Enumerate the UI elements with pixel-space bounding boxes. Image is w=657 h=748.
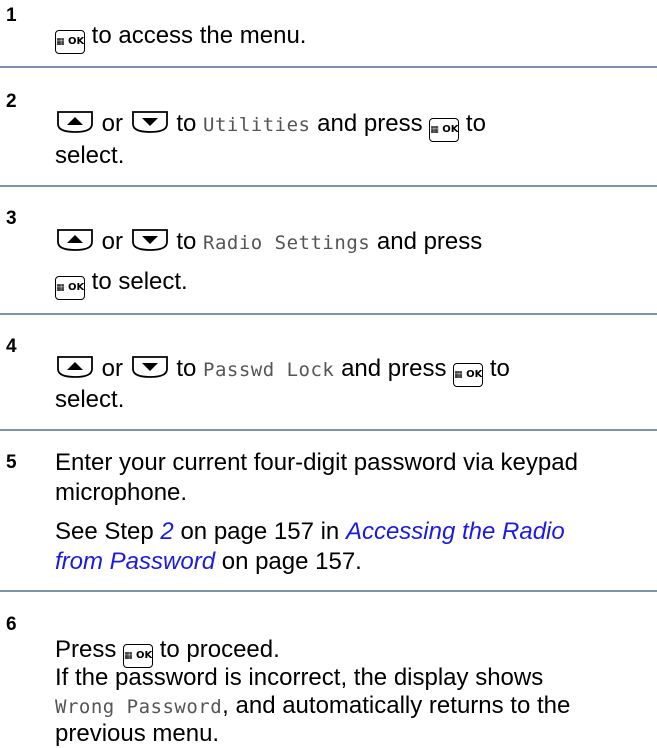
- step-6-line-3: Wrong Password, and automatically return…: [55, 692, 571, 719]
- step-2-line-1: or to Utilities and press ▦ OK to: [55, 110, 486, 142]
- step-reference-link[interactable]: 2: [160, 518, 173, 545]
- procedure-steps: 1 ▦ OK to access the menu. 2 or to Utili…: [0, 0, 657, 747]
- step-2-line-2: select.: [55, 142, 125, 169]
- step-number: 4: [6, 336, 17, 357]
- display-message-wrong-password: Wrong Password: [55, 696, 223, 718]
- step-separator: [0, 66, 657, 68]
- down-arrow-key-icon: [130, 110, 170, 134]
- step-3-line-2: ▦ OK to select.: [55, 268, 188, 300]
- up-arrow-key-icon: [55, 355, 95, 379]
- step-number: 6: [6, 614, 17, 635]
- step-number: 2: [6, 91, 17, 112]
- step-separator: [0, 313, 657, 315]
- step-4-line-2: select.: [55, 386, 125, 413]
- menu-item-passwd-lock: Passwd Lock: [203, 359, 335, 381]
- accessing-radio-from-password-link[interactable]: Accessing the Radio: [346, 518, 565, 545]
- step-6-line-4: previous menu.: [55, 720, 220, 747]
- down-arrow-key-icon: [130, 355, 170, 379]
- step-separator: [0, 590, 657, 592]
- step-5-see-line-2: from Password on page 157.: [55, 548, 362, 575]
- up-arrow-key-icon: [55, 110, 95, 134]
- down-arrow-key-icon: [130, 228, 170, 252]
- menu-ok-key-icon: ▦ OK: [55, 30, 85, 54]
- menu-ok-key-icon: ▦ OK: [55, 276, 85, 300]
- step-number: 5: [6, 452, 17, 473]
- step-separator: [0, 429, 657, 431]
- step-5-see-line-1: See Step 2 on page 157 in Accessing the …: [55, 518, 565, 545]
- menu-ok-key-icon: ▦ OK: [453, 363, 484, 387]
- step-separator: [0, 185, 657, 187]
- accessing-radio-from-password-link-cont[interactable]: from Password: [55, 548, 215, 575]
- menu-item-radio-settings: Radio Settings: [203, 232, 371, 254]
- step-number: 1: [6, 5, 17, 26]
- menu-ok-key-icon: ▦ OK: [429, 118, 460, 142]
- step-number: 3: [6, 208, 17, 229]
- up-arrow-key-icon: [55, 228, 95, 252]
- menu-item-utilities: Utilities: [203, 114, 311, 136]
- step-3-line-1: or to Radio Settings and press: [55, 228, 482, 257]
- step-6-line-2: If the password is incorrect, the displa…: [55, 664, 544, 691]
- step-1-line: ▦ OK to access the menu.: [55, 22, 306, 54]
- step-5-line-2: microphone.: [55, 479, 188, 506]
- step-4-line-1: or to Passwd Lock and press ▦ OK to: [55, 355, 510, 387]
- step-5-line-1: Enter your current four-digit password v…: [55, 449, 578, 476]
